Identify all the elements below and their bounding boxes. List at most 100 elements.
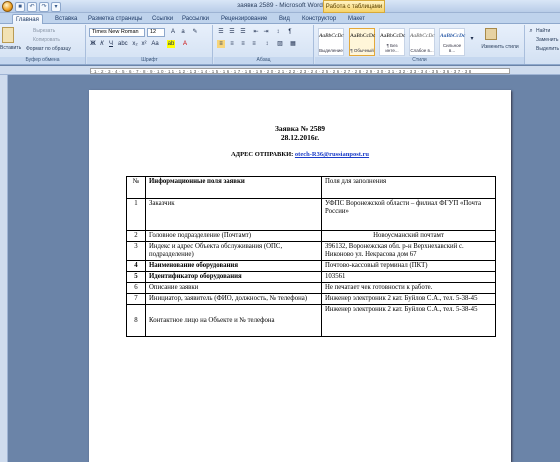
table-cell[interactable]: 396132, Воронежская обл. р-н Верхнехавск… (321, 241, 496, 261)
table-cell[interactable]: Новоусманский почтамт (321, 230, 496, 242)
paste-button[interactable]: Вставить (0, 45, 21, 51)
table-header-cell[interactable]: Поля для заполнения (321, 176, 496, 199)
style-emphasis[interactable]: AaBbCcDc Выделение (318, 28, 344, 56)
style-sample: AaBbCcDc (319, 33, 344, 39)
style-no-spacing[interactable]: AaBbCcDc ¶ Без инте... (379, 28, 405, 56)
highlight-icon[interactable]: ab (167, 40, 175, 48)
cut-button[interactable]: Вырезать (33, 28, 55, 34)
table-row: 7 Инициатор, заявитель (ФИО, должность, … (126, 293, 496, 305)
tab-page-layout[interactable]: Разметка страницы (85, 14, 145, 24)
table-cell[interactable]: Почтово-кассовый терминал (ПКТ) (321, 260, 496, 272)
table-header-cell[interactable]: № (126, 176, 146, 199)
underline-icon[interactable]: Ч (107, 40, 115, 48)
table-cell[interactable]: Индекс и адрес Объекта обслуживания (ОПС… (145, 241, 322, 261)
line-spacing-icon[interactable]: ↕ (263, 40, 271, 48)
address-email-link[interactable]: otech-R36@russianpost.ru (295, 151, 369, 158)
numbering-icon[interactable]: ☰ (228, 28, 236, 36)
grow-font-icon[interactable]: A (169, 28, 177, 36)
style-name: Сильное в... (442, 43, 462, 53)
style-name: Слабое в... (410, 48, 434, 53)
increase-indent-icon[interactable]: ⇥ (262, 28, 270, 36)
tab-design[interactable]: Конструктор (299, 14, 339, 24)
borders-icon[interactable]: ▦ (289, 40, 297, 48)
decrease-indent-icon[interactable]: ⇤ (252, 28, 260, 36)
table-cell[interactable]: Идентификатор оборудования (145, 271, 322, 283)
align-left-icon[interactable]: ≡ (217, 40, 225, 48)
table-cell[interactable]: 3 (126, 241, 146, 261)
justify-icon[interactable]: ≡ (250, 40, 258, 48)
table-cell[interactable]: 5 (126, 271, 146, 283)
table-cell[interactable]: Не печатает чек готовности к работе. (321, 282, 496, 294)
bullets-icon[interactable]: ☰ (217, 28, 225, 36)
style-subtle-emphasis[interactable]: AaBbCcDc Слабое в... (409, 28, 435, 56)
editing-group: Найти Заменить Выделить ⌕ (526, 25, 560, 64)
style-sample: AaBbCcDc (410, 33, 435, 39)
tab-mailings[interactable]: Рассылки (179, 14, 212, 24)
address-label: АДРЕС ОТПРАВКИ: (230, 151, 294, 158)
font-color-icon[interactable]: A (181, 40, 189, 48)
tab-references[interactable]: Ссылки (149, 14, 176, 24)
table-cell[interactable]: Инициатор, заявитель (ФИО, должность, № … (145, 293, 322, 305)
tab-view[interactable]: Вид (276, 14, 293, 24)
table-cell[interactable]: Описание заявки (145, 282, 322, 294)
ribbon: Вставить Вырезать Копировать Формат по о… (0, 24, 560, 65)
horizontal-ruler[interactable]: ·1·2·3·4·5·6·7·8·9·10·11·12·13·14·15·16·… (90, 68, 510, 74)
sort-icon[interactable]: ↕ (274, 28, 282, 36)
table-cell[interactable]: Инженер электроник 2 кат. Буйлов С.А., т… (321, 293, 496, 305)
table-cell[interactable]: 103561 (321, 271, 496, 283)
table-cell[interactable]: Инженер электроник 2 кат. Буйлов С.А., т… (321, 304, 496, 337)
align-right-icon[interactable]: ≡ (239, 40, 247, 48)
table-cell[interactable]: Заказчик (145, 198, 322, 231)
font-size-combo[interactable]: 12 (147, 28, 165, 37)
subscript-icon[interactable]: x₂ (131, 40, 139, 48)
style-intense-emphasis[interactable]: AaBbCcDc Сильное в... (439, 28, 465, 56)
tab-review[interactable]: Рецензирование (218, 14, 270, 24)
italic-icon[interactable]: К (98, 40, 106, 48)
replace-button[interactable]: Заменить (536, 37, 558, 43)
change-styles-icon[interactable] (485, 28, 497, 40)
copy-button[interactable]: Копировать (33, 37, 60, 43)
table-cell[interactable]: 2 (126, 230, 146, 242)
table-cell[interactable]: 6 (126, 282, 146, 294)
change-case-icon[interactable]: Aa (151, 40, 159, 48)
style-sample: AaBbCcDc (440, 33, 466, 39)
table-cell[interactable]: Головное подразделение (Почтамт) (145, 230, 322, 242)
find-button[interactable]: Найти (536, 28, 550, 34)
table-cell[interactable]: 1 (126, 198, 146, 231)
document-page[interactable]: Заявка № 2589 28.12.2016г. АДРЕС ОТПРАВК… (89, 90, 511, 462)
bold-icon[interactable]: Ж (89, 40, 97, 48)
font-name-combo[interactable]: Times New Roman (89, 28, 145, 37)
change-styles-button[interactable]: Изменить стили (480, 44, 520, 50)
table-cell[interactable]: Наименование оборудования (145, 260, 322, 272)
table-row: 5 Идентификатор оборудования 103561 (126, 271, 496, 283)
multilevel-list-icon[interactable]: ☰ (239, 28, 247, 36)
strikethrough-icon[interactable]: abc (118, 40, 128, 48)
table-row: 6 Описание заявки Не печатает чек готовн… (126, 282, 496, 294)
tab-layout[interactable]: Макет (345, 14, 368, 24)
clear-format-icon[interactable]: ✎ (191, 28, 199, 36)
table-cell[interactable]: Контактное лицо на Объекте и № телефона (145, 304, 322, 337)
paragraph-group: ☰ ☰ ☰ ⇤ ⇥ ↕ ¶ ≡ ≡ ≡ ≡ ↕ ▨ ▦ Абзац (214, 25, 314, 64)
tab-insert[interactable]: Вставка (52, 14, 80, 24)
styles-more-icon[interactable]: ▾ (468, 35, 476, 43)
superscript-icon[interactable]: x² (140, 40, 148, 48)
table-cell[interactable]: УФПС Воронежской области – филиал ФГУП «… (321, 198, 496, 231)
show-marks-icon[interactable]: ¶ (286, 28, 294, 36)
select-button[interactable]: Выделить (536, 46, 559, 52)
paste-icon[interactable] (2, 27, 14, 43)
table-row: 3 Индекс и адрес Объекта обслуживания (О… (126, 241, 496, 261)
vertical-ruler[interactable] (0, 75, 8, 462)
doc-date: 28.12.2016г. (280, 133, 320, 142)
tab-home[interactable]: Главная (12, 14, 43, 24)
format-painter-button[interactable]: Формат по образцу (26, 46, 71, 52)
shrink-font-icon[interactable]: a (179, 28, 187, 36)
table-cell[interactable]: 4 (126, 260, 146, 272)
align-center-icon[interactable]: ≡ (228, 40, 236, 48)
shading-icon[interactable]: ▨ (276, 40, 284, 48)
table-cell[interactable]: 7 (126, 293, 146, 305)
table-header-cell[interactable]: Информационные поля заявки (145, 176, 322, 199)
style-normal[interactable]: AaBbCcDc ¶ Обычный (349, 28, 375, 56)
binoculars-icon: ⌕ (529, 28, 533, 34)
table-row: 4 Наименование оборудования Почтово-касс… (126, 260, 496, 272)
table-cell[interactable]: 8 (126, 304, 146, 337)
